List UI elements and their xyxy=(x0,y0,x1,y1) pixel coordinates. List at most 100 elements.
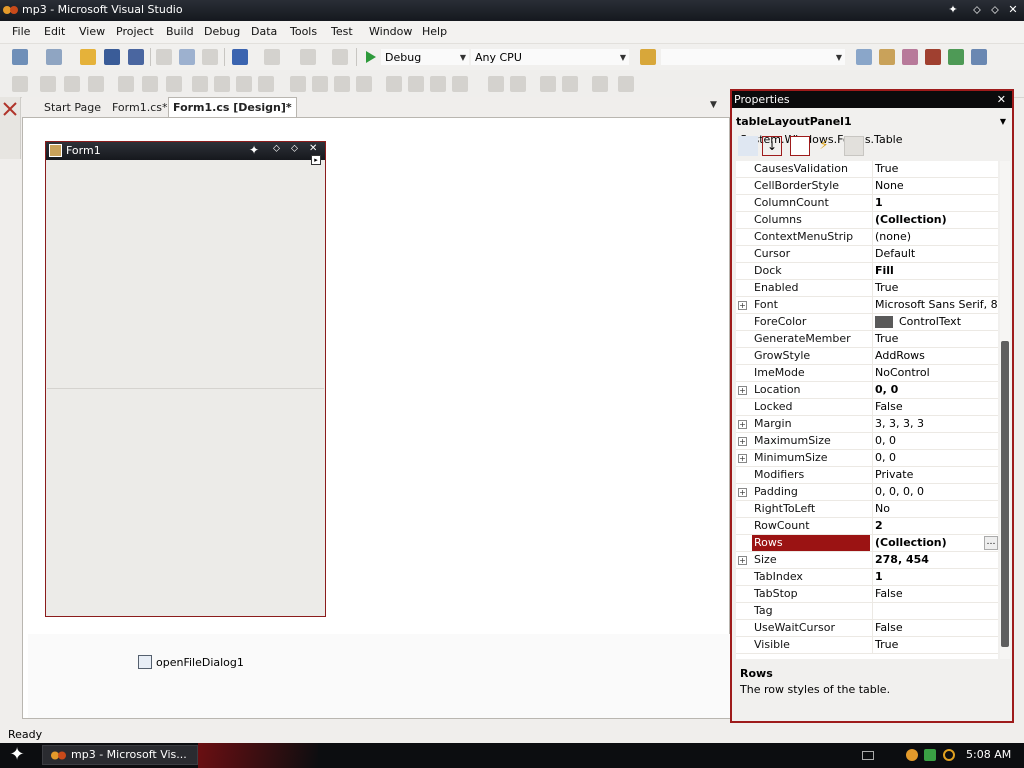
property-name[interactable]: Tag xyxy=(752,603,870,619)
expand-icon[interactable]: + xyxy=(738,386,747,395)
find-combo[interactable]: ▼ xyxy=(660,48,846,66)
property-name[interactable]: Enabled xyxy=(752,280,870,296)
bring-to-front-icon[interactable] xyxy=(540,76,556,92)
property-value[interactable]: AddRows xyxy=(872,348,998,364)
property-value[interactable]: False xyxy=(872,586,998,602)
property-row-causesvalidation[interactable]: CausesValidation True xyxy=(736,161,998,178)
align-tops-icon[interactable] xyxy=(118,76,134,92)
tab-form1-design[interactable]: Form1.cs [Design]* xyxy=(168,97,297,117)
form1-window[interactable]: Form1 ✦ ⬦ ⬦ ✕ ▸ xyxy=(45,141,326,617)
property-name[interactable]: CellBorderStyle xyxy=(752,178,870,194)
menu-tools[interactable]: Tools xyxy=(290,25,317,38)
property-pages-icon[interactable] xyxy=(844,136,864,156)
expand-icon[interactable]: + xyxy=(738,556,747,565)
property-value[interactable]: True xyxy=(872,637,998,653)
increase-vertical-spacing-icon[interactable] xyxy=(408,76,424,92)
expand-icon[interactable]: + xyxy=(738,488,747,497)
property-value[interactable]: True xyxy=(872,331,998,347)
component-open-file-dialog[interactable]: openFileDialog1 xyxy=(156,656,244,669)
tab-list-dropdown-icon[interactable]: ▼ xyxy=(710,100,717,110)
property-name[interactable]: RowCount xyxy=(752,518,870,534)
tab-form1-cs[interactable]: Form1.cs* xyxy=(108,99,171,116)
horizontal-spacing-icon[interactable] xyxy=(290,76,306,92)
property-name[interactable]: GenerateMember xyxy=(752,331,870,347)
property-name[interactable]: Font xyxy=(752,297,870,313)
property-row-growstyle[interactable]: GrowStyle AddRows xyxy=(736,348,998,365)
save-all-icon[interactable] xyxy=(128,49,144,65)
tray-search-icon[interactable] xyxy=(943,749,955,761)
new-project-icon[interactable] xyxy=(12,49,28,65)
align-centers-icon[interactable] xyxy=(64,76,80,92)
property-row-rowcount[interactable]: RowCount 2 xyxy=(736,518,998,535)
categorized-icon[interactable] xyxy=(738,136,758,156)
menu-data[interactable]: Data xyxy=(251,25,277,38)
minimize-icon[interactable]: ⬦ xyxy=(968,2,986,18)
toolbox-strip[interactable] xyxy=(0,97,21,159)
undo-icon[interactable] xyxy=(232,49,248,65)
tray-app-icon[interactable] xyxy=(906,749,918,761)
property-value[interactable]: Microsoft Sans Serif, 8.25pt xyxy=(872,297,998,313)
property-row-visible[interactable]: Visible True xyxy=(736,637,998,654)
property-name[interactable]: Dock xyxy=(752,263,870,279)
taskbar-item[interactable]: mp3 - Microsoft Vis... xyxy=(42,745,198,765)
property-row-tabstop[interactable]: TabStop False xyxy=(736,586,998,603)
property-name[interactable]: ForeColor xyxy=(752,314,870,330)
menu-edit[interactable]: Edit xyxy=(44,25,65,38)
property-row-modifiers[interactable]: Modifiers Private xyxy=(736,467,998,484)
form1-title-bar[interactable]: Form1 ✦ ⬦ ⬦ ✕ xyxy=(46,142,325,160)
property-row-cellborderstyle[interactable]: CellBorderStyle None xyxy=(736,178,998,195)
property-value[interactable]: None xyxy=(872,178,998,194)
object-selector[interactable]: tableLayoutPanel1 System.Windows.Forms.T… xyxy=(736,113,1008,146)
table-layout-panel[interactable]: ▸ xyxy=(47,155,324,616)
start-page-icon[interactable] xyxy=(948,49,964,65)
make-same-width-icon[interactable] xyxy=(192,76,208,92)
property-row-size[interactable]: + Size 278, 454 xyxy=(736,552,998,569)
properties-icon[interactable] xyxy=(790,136,810,156)
property-row-righttoleft[interactable]: RightToLeft No xyxy=(736,501,998,518)
property-row-dock[interactable]: Dock Fill xyxy=(736,263,998,280)
tray-network-icon[interactable] xyxy=(924,749,936,761)
menu-view[interactable]: View xyxy=(79,25,105,38)
property-row-padding[interactable]: + Padding 0, 0, 0, 0 xyxy=(736,484,998,501)
make-same-height-icon[interactable] xyxy=(214,76,230,92)
property-value[interactable]: 0, 0 xyxy=(872,382,998,398)
alphabetical-icon[interactable]: ↓ xyxy=(762,136,782,156)
object-browser-icon[interactable] xyxy=(902,49,918,65)
property-name[interactable]: ColumnCount xyxy=(752,195,870,211)
property-row-location[interactable]: + Location 0, 0 xyxy=(736,382,998,399)
keyboard-icon[interactable] xyxy=(862,751,874,760)
close-icon[interactable]: ✕ xyxy=(997,91,1006,108)
property-row-minimumsize[interactable]: + MinimumSize 0, 0 xyxy=(736,450,998,467)
property-row-enabled[interactable]: Enabled True xyxy=(736,280,998,297)
expand-icon[interactable]: + xyxy=(738,301,747,310)
property-value[interactable]: (Collection) xyxy=(872,212,998,228)
close-icon[interactable]: ✕ xyxy=(1004,2,1022,18)
property-name[interactable]: Rows xyxy=(752,535,870,551)
toolbox-icon[interactable] xyxy=(2,101,18,117)
property-value[interactable]: 0, 0 xyxy=(872,433,998,449)
property-name[interactable]: Locked xyxy=(752,399,870,415)
property-value[interactable]: No xyxy=(872,501,998,517)
property-value[interactable]: (none) xyxy=(872,229,998,245)
save-icon[interactable] xyxy=(104,49,120,65)
open-icon[interactable] xyxy=(80,49,96,65)
open-file-dialog-icon[interactable] xyxy=(138,655,152,669)
menu-file[interactable]: File xyxy=(12,25,30,38)
menu-project[interactable]: Project xyxy=(116,25,154,38)
property-row-imemode[interactable]: ImeMode NoControl xyxy=(736,365,998,382)
paste-icon[interactable] xyxy=(202,49,218,65)
property-name[interactable]: ImeMode xyxy=(752,365,870,381)
menu-window[interactable]: Window xyxy=(369,25,412,38)
redo-icon[interactable] xyxy=(264,49,280,65)
property-value[interactable]: False xyxy=(872,399,998,415)
decrease-horizontal-spacing-icon[interactable] xyxy=(334,76,350,92)
align-rights-icon[interactable] xyxy=(88,76,104,92)
property-value[interactable]: 1 xyxy=(872,195,998,211)
property-value[interactable]: True xyxy=(872,161,998,177)
property-row-contextmenustrip[interactable]: ContextMenuStrip (none) xyxy=(736,229,998,246)
remove-horizontal-spacing-icon[interactable] xyxy=(356,76,372,92)
property-row-forecolor[interactable]: ForeColor ControlText xyxy=(736,314,998,331)
copy-icon[interactable] xyxy=(179,49,195,65)
property-row-margin[interactable]: + Margin 3, 3, 3, 3 xyxy=(736,416,998,433)
solution-explorer-icon[interactable] xyxy=(856,49,872,65)
